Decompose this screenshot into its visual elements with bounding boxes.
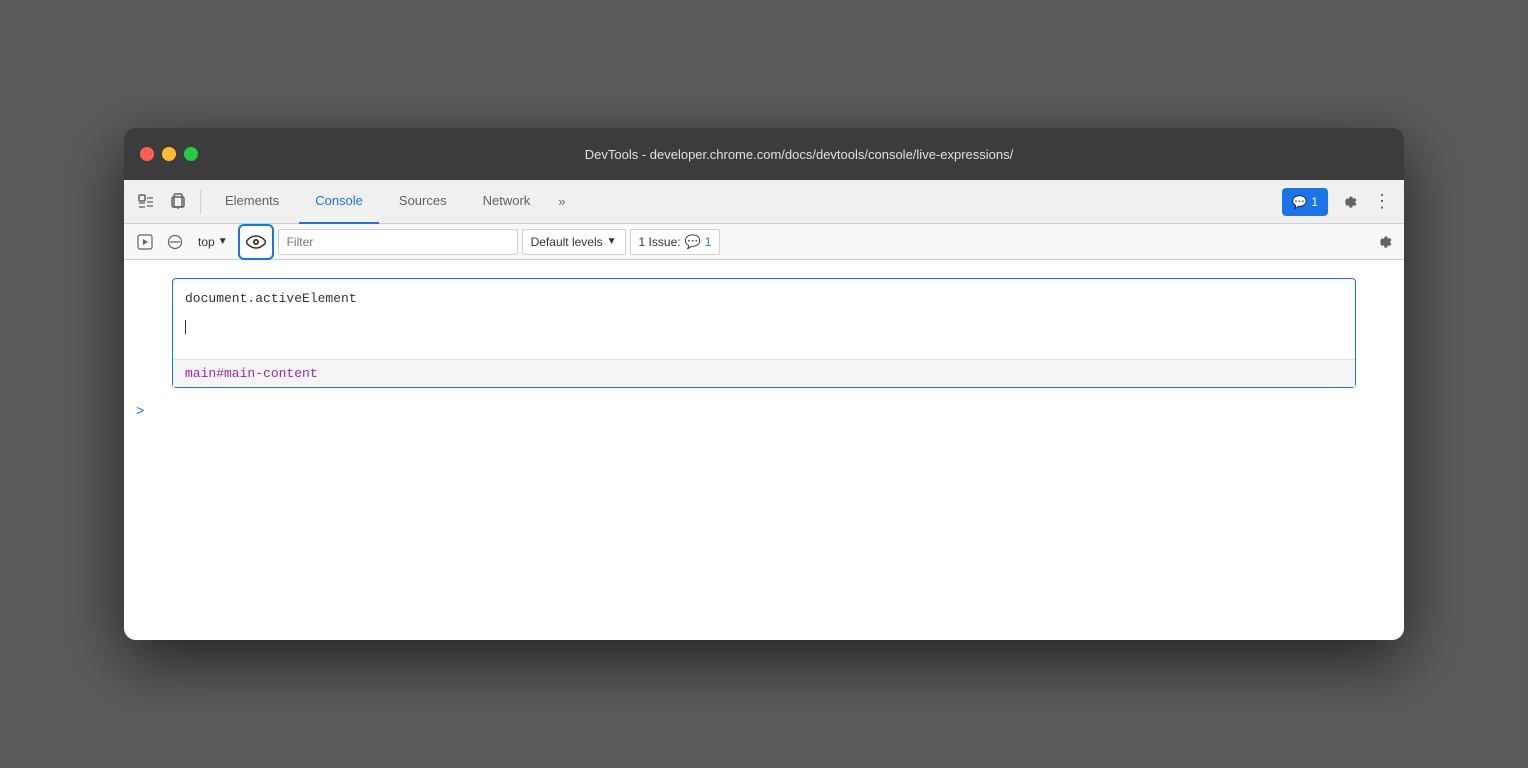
toolbar-right: 💬 1 ⋮	[1282, 188, 1396, 216]
traffic-lights	[140, 147, 198, 161]
log-levels-dropdown[interactable]: Default levels ▼	[522, 229, 626, 255]
clear-button[interactable]	[162, 229, 188, 255]
tab-more-button[interactable]: »	[550, 180, 573, 224]
chat-icon: 💬	[1292, 195, 1307, 209]
titlebar: DevTools - developer.chrome.com/docs/dev…	[124, 128, 1404, 180]
cursor	[185, 320, 186, 334]
toolbar-separator	[200, 190, 201, 214]
issue-count-button[interactable]: 1 Issue: 💬 1	[630, 229, 721, 255]
tab-console[interactable]: Console	[299, 180, 379, 224]
device-icon-button[interactable]	[164, 188, 192, 216]
frame-selector-label: top	[198, 235, 215, 249]
live-expressions-button[interactable]	[238, 224, 274, 260]
frame-selector[interactable]: top ▼	[192, 233, 234, 251]
live-expression-editor[interactable]: document.activeElement	[173, 279, 1355, 359]
console-prompt: >	[124, 396, 1404, 428]
live-expression-container: document.activeElement main#main-content	[172, 278, 1356, 388]
more-options-button[interactable]: ⋮	[1368, 188, 1396, 216]
tab-sources[interactable]: Sources	[383, 180, 463, 224]
chat-icon: 💬	[685, 234, 701, 250]
devtools-panel: Elements Console Sources Network » 💬 1	[124, 180, 1404, 640]
issues-badge[interactable]: 💬 1	[1282, 188, 1328, 216]
console-settings-button[interactable]	[1370, 229, 1396, 255]
live-expression-code-line2	[185, 317, 1343, 337]
live-expression-code-line1: document.activeElement	[185, 289, 1343, 309]
tab-network[interactable]: Network	[467, 180, 547, 224]
inspect-icon-button[interactable]	[132, 188, 160, 216]
console-toolbar: top ▼ Default levels ▼ 1 Issue:	[124, 224, 1404, 260]
main-toolbar: Elements Console Sources Network » 💬 1	[124, 180, 1404, 224]
chevron-down-icon: ▼	[607, 236, 617, 247]
live-expression-wrapper: × document.activeElement main#main-conte…	[124, 260, 1404, 388]
run-snippet-button[interactable]	[132, 229, 158, 255]
devtools-window: DevTools - developer.chrome.com/docs/dev…	[124, 128, 1404, 640]
tab-elements[interactable]: Elements	[209, 180, 295, 224]
console-content: × document.activeElement main#main-conte…	[124, 260, 1404, 640]
settings-icon-button[interactable]	[1334, 188, 1362, 216]
minimize-button[interactable]	[162, 147, 176, 161]
maximize-button[interactable]	[184, 147, 198, 161]
close-button[interactable]	[140, 147, 154, 161]
filter-input[interactable]	[278, 229, 518, 255]
window-title: DevTools - developer.chrome.com/docs/dev…	[210, 147, 1388, 162]
prompt-arrow: >	[136, 404, 144, 420]
chevron-down-icon: ▼	[218, 236, 228, 247]
live-expression-result: main#main-content	[173, 359, 1355, 387]
